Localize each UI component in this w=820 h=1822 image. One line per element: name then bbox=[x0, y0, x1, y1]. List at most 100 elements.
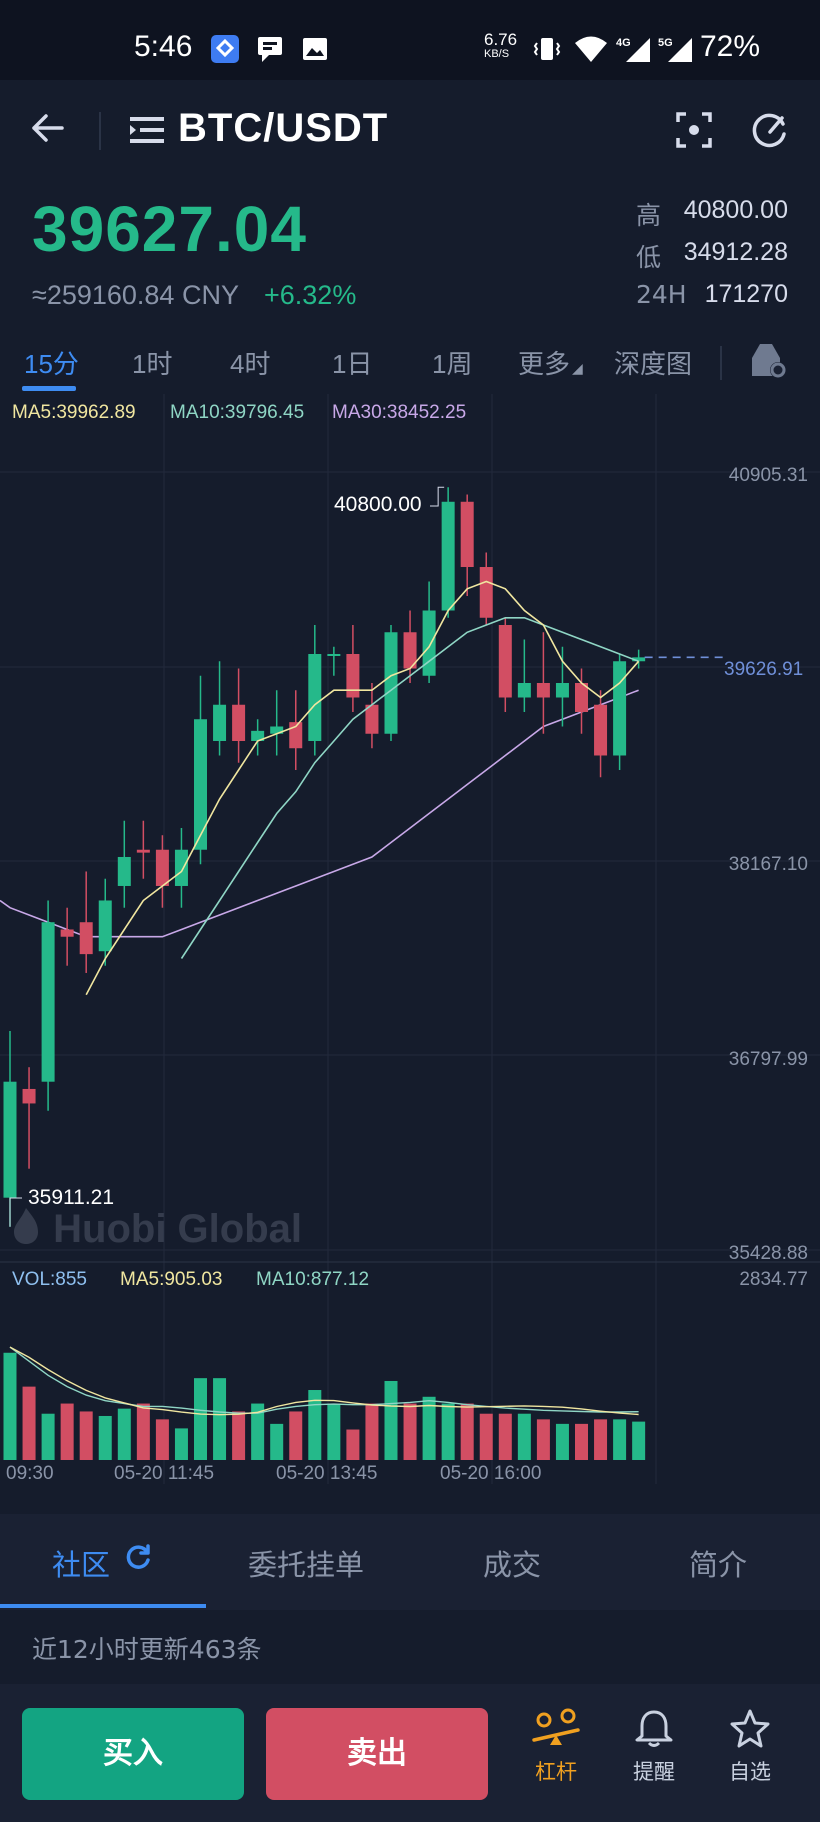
nav-bar: BTC/USDT bbox=[0, 80, 820, 180]
volume-axis-max: 2834.77 bbox=[739, 1269, 808, 1290]
volume-bar bbox=[479, 1413, 493, 1460]
candle-body bbox=[117, 856, 131, 886]
app-notification-icon bbox=[210, 34, 240, 64]
time-axis-label: 09:30 bbox=[6, 1463, 54, 1484]
huobi-watermark: Huobi Global bbox=[12, 1206, 302, 1252]
update-count-text: 近12小时更新463条 bbox=[32, 1635, 262, 1664]
volume-bar bbox=[155, 1419, 169, 1460]
candle-body bbox=[384, 632, 398, 734]
tab-1week[interactable]: 1周 bbox=[432, 344, 472, 381]
candle-body bbox=[98, 900, 112, 952]
volume-bar bbox=[194, 1378, 207, 1460]
volume-bar bbox=[327, 1403, 341, 1460]
volume-ma5-legend: MA5:905.03 bbox=[120, 1269, 223, 1290]
status-time: 5:46 bbox=[134, 30, 193, 63]
active-tab-indicator bbox=[0, 1604, 206, 1608]
battery-level: 72% bbox=[699, 30, 760, 63]
volume-bar bbox=[460, 1403, 474, 1460]
candle-body bbox=[232, 704, 246, 741]
candle-body bbox=[174, 849, 188, 886]
candle-body bbox=[517, 682, 531, 698]
tab-4hour[interactable]: 4时 bbox=[230, 344, 270, 381]
candle-body bbox=[155, 849, 169, 886]
gallery-icon bbox=[300, 34, 330, 64]
volume-bar bbox=[213, 1378, 227, 1460]
tab-more-label: 更多 bbox=[518, 349, 571, 379]
status-bar: 5:46 6.76 KB/S 4G 5G 72% bbox=[0, 0, 820, 80]
tab-1hour[interactable]: 1时 bbox=[132, 344, 172, 381]
ma10-legend: MA10:39796.45 bbox=[170, 402, 305, 423]
tab-intro[interactable]: 简介 bbox=[689, 1542, 747, 1584]
leverage-label: 杠杆 bbox=[535, 1760, 577, 1784]
tab-open-orders[interactable]: 委托挂单 bbox=[248, 1542, 364, 1584]
leverage-icon bbox=[532, 1708, 580, 1745]
y-tick-label: 36797.99 bbox=[728, 1049, 808, 1070]
message-icon bbox=[256, 34, 286, 64]
volume-bar bbox=[41, 1413, 55, 1460]
sell-button[interactable]: 卖出 bbox=[266, 1708, 488, 1800]
low-label: 低 bbox=[636, 243, 662, 272]
bottom-info-tabs: 社区 委托挂单 成交 简介 bbox=[0, 1514, 820, 1610]
volume-bar bbox=[384, 1380, 398, 1460]
volume-bar bbox=[136, 1403, 150, 1460]
buy-button[interactable]: 买入 bbox=[22, 1708, 244, 1800]
screenshot-icon[interactable] bbox=[674, 110, 714, 150]
chart-settings-icon[interactable] bbox=[750, 340, 788, 380]
tab-trades[interactable]: 成交 bbox=[483, 1542, 541, 1584]
volume-bar bbox=[60, 1403, 74, 1460]
candle-body bbox=[479, 567, 493, 618]
vibrate-icon bbox=[532, 34, 562, 64]
tab-depth-chart[interactable]: 深度图 bbox=[614, 344, 692, 381]
volume-bar bbox=[232, 1411, 246, 1460]
candle-body bbox=[555, 682, 569, 698]
volume-bar bbox=[498, 1413, 512, 1460]
net-speed: 6.76 KB/S bbox=[484, 31, 517, 62]
sync-icon[interactable] bbox=[750, 110, 790, 150]
action-bar: 买入 卖出 杠杆 提醒 自选 bbox=[0, 1684, 820, 1822]
tab-1day[interactable]: 1日 bbox=[332, 344, 372, 381]
y-tick-label: 35428.88 bbox=[728, 1243, 808, 1264]
kline-chart[interactable] bbox=[0, 394, 820, 1494]
volume-bar bbox=[98, 1415, 112, 1460]
watermark-text: Huobi Global bbox=[53, 1207, 302, 1251]
volume-bar bbox=[270, 1423, 284, 1460]
volume-bar bbox=[536, 1419, 550, 1460]
tab-15min[interactable]: 15分 bbox=[24, 344, 79, 381]
candle-body bbox=[536, 682, 550, 698]
tab-more[interactable]: 更多 ◢ bbox=[518, 344, 583, 381]
community-update-row[interactable]: 近12小时更新463条 bbox=[0, 1610, 820, 1682]
candle-body bbox=[441, 501, 455, 611]
cny-price: ≈259160.84 CNY bbox=[32, 280, 239, 310]
bell-icon bbox=[635, 1710, 673, 1747]
volume-bar bbox=[632, 1421, 646, 1460]
candle-body bbox=[460, 501, 474, 568]
back-arrow-icon[interactable] bbox=[28, 108, 68, 148]
volume-bar bbox=[346, 1429, 360, 1460]
volume-bar bbox=[117, 1408, 131, 1460]
last-price: 39627.04 bbox=[32, 193, 307, 265]
watchlist-button[interactable]: 自选 bbox=[710, 1708, 790, 1804]
candle-body bbox=[327, 654, 341, 657]
signal-4g-icon: 4G bbox=[614, 34, 654, 64]
alert-button[interactable]: 提醒 bbox=[614, 1708, 694, 1804]
ma30-legend: MA30:38452.25 bbox=[332, 402, 467, 423]
candle-body bbox=[79, 922, 93, 955]
ma5-legend: MA5:39962.89 bbox=[12, 402, 136, 423]
huobi-logo-icon bbox=[14, 1208, 38, 1244]
volume-bar bbox=[403, 1403, 417, 1460]
leverage-button[interactable]: 杠杆 bbox=[516, 1708, 596, 1804]
refresh-icon[interactable] bbox=[124, 1544, 152, 1572]
signal-5g-icon: 5G bbox=[656, 34, 696, 64]
time-axis-label: 05-20 13:45 bbox=[276, 1463, 378, 1484]
star-icon bbox=[730, 1709, 770, 1748]
pair-title[interactable]: BTC/USDT bbox=[178, 106, 388, 151]
volume-bar bbox=[22, 1386, 36, 1460]
candle-body bbox=[613, 661, 627, 756]
candle-body bbox=[194, 719, 207, 850]
y-tick-label: 38167.10 bbox=[728, 854, 808, 875]
wifi-icon bbox=[574, 34, 607, 64]
volume-bar bbox=[613, 1419, 627, 1460]
market-list-icon[interactable] bbox=[130, 115, 164, 145]
volume-bar bbox=[3, 1352, 17, 1460]
tab-community[interactable]: 社区 bbox=[52, 1542, 110, 1584]
